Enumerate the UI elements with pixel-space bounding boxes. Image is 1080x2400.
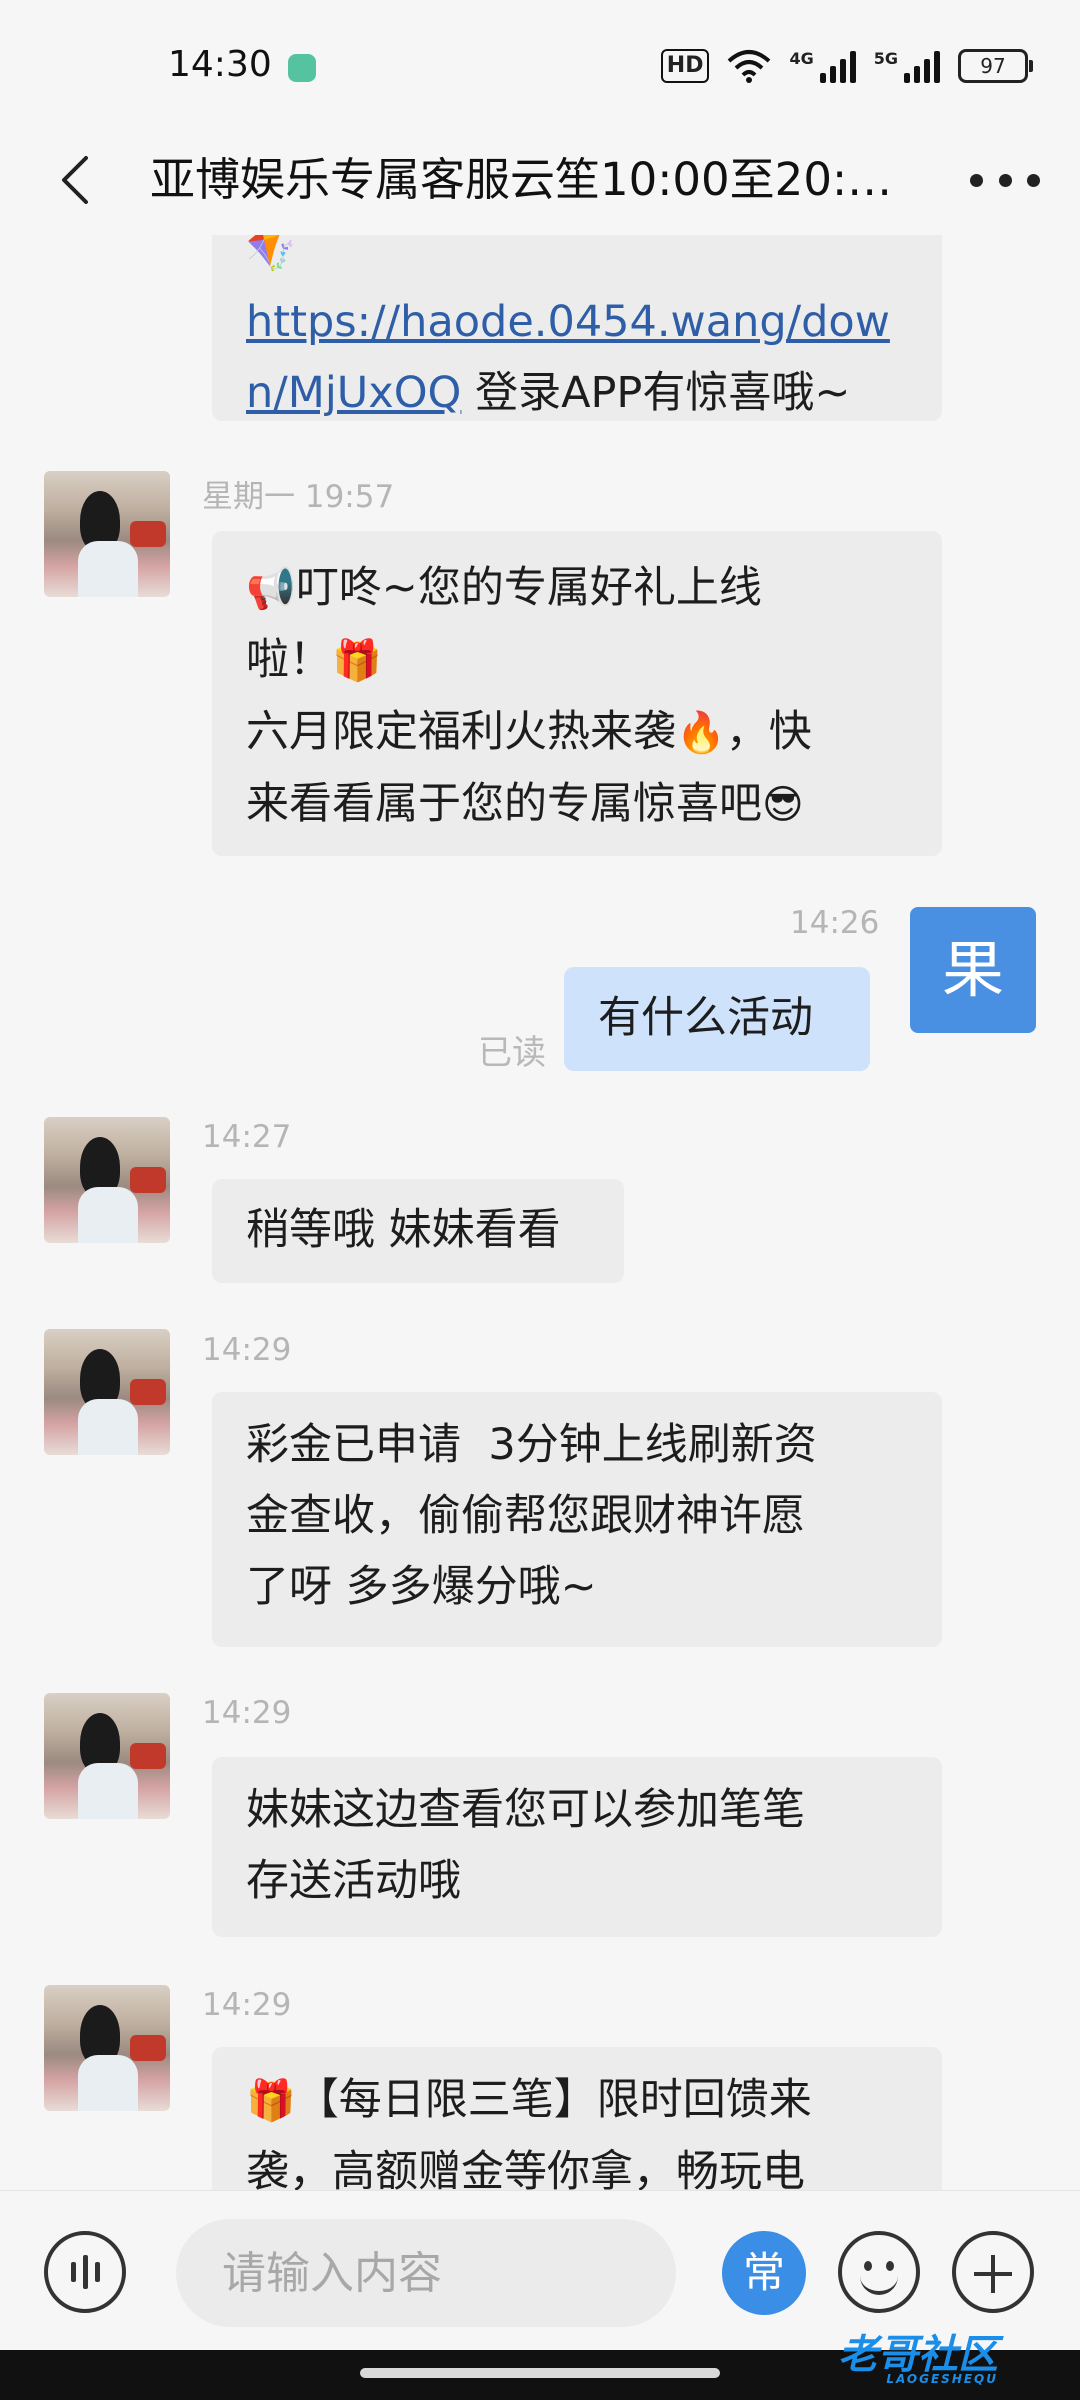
message-text: 来看看属于您的专属惊喜吧 <box>246 779 762 829</box>
signal-4g-icon: 4G <box>789 49 856 83</box>
gift-emoji: 🎁 <box>332 638 382 684</box>
message-text: 六月限定福利火热来袭 <box>246 707 676 757</box>
message-bubble[interactable]: 🪁 https://haode.0454.wang/dow n/MjUxOQ 登录… <box>212 235 942 421</box>
message-time: 星期一 19:57 <box>202 479 395 515</box>
kite-emoji: 🪁 <box>246 235 296 274</box>
avatar[interactable] <box>44 1693 170 1819</box>
avatar[interactable] <box>44 1329 170 1455</box>
message-text: 彩金已申请 3分钟上线刷新资 <box>246 1420 817 1470</box>
message-text: ，快 <box>725 707 812 757</box>
my-avatar[interactable]: 果 <box>910 907 1036 1033</box>
chat-header: 亚博娱乐专属客服云笙10:00至20:… <box>0 130 1080 235</box>
hd-voice-icon: HD <box>660 49 710 83</box>
my-message-bubble[interactable]: 有什么活动 <box>564 967 870 1071</box>
message-bubble[interactable]: 稍等哦 妹妹看看 <box>212 1179 624 1283</box>
message-text: 【每日限三笔】限时回馈来 <box>295 2075 812 2125</box>
status-icons: HD 4G 5G 97 <box>660 46 1033 86</box>
message-text: 登录APP有惊喜哦~ <box>461 368 851 418</box>
signal-4g-label: 4G <box>789 49 814 68</box>
status-time: 14:30 <box>168 44 272 85</box>
back-arrow-icon[interactable] <box>48 150 108 210</box>
message-text: 啦！ <box>246 635 332 685</box>
fire-emoji: 🔥 <box>676 710 726 756</box>
signal-5g-label: 5G <box>873 49 898 68</box>
watermark-logo: 老哥社区 LAOGESHEQU <box>838 2322 998 2386</box>
avatar[interactable] <box>44 1985 170 2111</box>
home-indicator[interactable] <box>360 2368 720 2378</box>
gift-emoji: 🎁 <box>246 2078 296 2124</box>
sunglasses-emoji: 😎 <box>762 782 804 828</box>
message-text: 稍等哦 妹妹看看 <box>246 1205 561 1255</box>
megaphone-emoji: 📢 <box>246 566 296 612</box>
message-text: 袭，高额赠金等你拿，畅玩电 <box>246 2147 805 2190</box>
voice-input-icon[interactable] <box>44 2231 126 2313</box>
message-text: 金查收，偷偷帮您跟财神许愿 <box>246 1491 805 1541</box>
message-list[interactable]: 🪁 https://haode.0454.wang/dow n/MjUxOQ 登录… <box>0 235 1080 2190</box>
wifi-icon <box>728 50 771 83</box>
status-bar: 14:30 HD 4G 5G 97 <box>0 0 1080 130</box>
message-time: 14:27 <box>202 1119 292 1155</box>
message-bubble[interactable]: 📢叮咚~您的专属好礼上线 啦！🎁 六月限定福利火热来袭🔥，快 来看看属于您的专属… <box>212 531 942 856</box>
message-time: 14:29 <box>202 1332 292 1368</box>
message-input[interactable] <box>176 2219 676 2327</box>
common-phrases-button[interactable]: 常 <box>722 2231 806 2315</box>
message-text: 了呀 多多爆分哦~ <box>246 1562 597 1612</box>
message-text: 存送活动哦 <box>246 1856 461 1906</box>
more-options-icon[interactable] <box>970 160 1040 200</box>
message-time: 14:29 <box>202 1987 292 2023</box>
signal-5g-icon: 5G <box>874 49 940 83</box>
read-receipt: 已读 <box>478 1033 546 1073</box>
plus-icon[interactable] <box>952 2231 1034 2313</box>
message-time: 14:29 <box>202 1695 292 1731</box>
message-text: 有什么活动 <box>598 993 813 1043</box>
emoji-icon[interactable] <box>838 2231 920 2313</box>
battery-icon: 97 <box>958 49 1033 83</box>
message-bubble[interactable]: 妹妹这边查看您可以参加笔笔 存送活动哦 <box>212 1757 942 1937</box>
message-text: 叮咚~您的专属好礼上线 <box>295 563 762 613</box>
message-bubble[interactable]: 🎁【每日限三笔】限时回馈来 袭，高额赠金等你拿，畅玩电 <box>212 2047 942 2190</box>
avatar[interactable] <box>44 1117 170 1243</box>
avatar[interactable] <box>44 471 170 597</box>
message-bubble[interactable]: 彩金已申请 3分钟上线刷新资 金查收，偷偷帮您跟财神许愿 了呀 多多爆分哦~ <box>212 1392 942 1647</box>
message-text: 妹妹这边查看您可以参加笔笔 <box>246 1785 805 1835</box>
message-time: 14:26 <box>790 905 880 941</box>
chat-title: 亚博娱乐专属客服云笙10:00至20:… <box>150 153 893 206</box>
app-notification-icon <box>288 54 316 82</box>
